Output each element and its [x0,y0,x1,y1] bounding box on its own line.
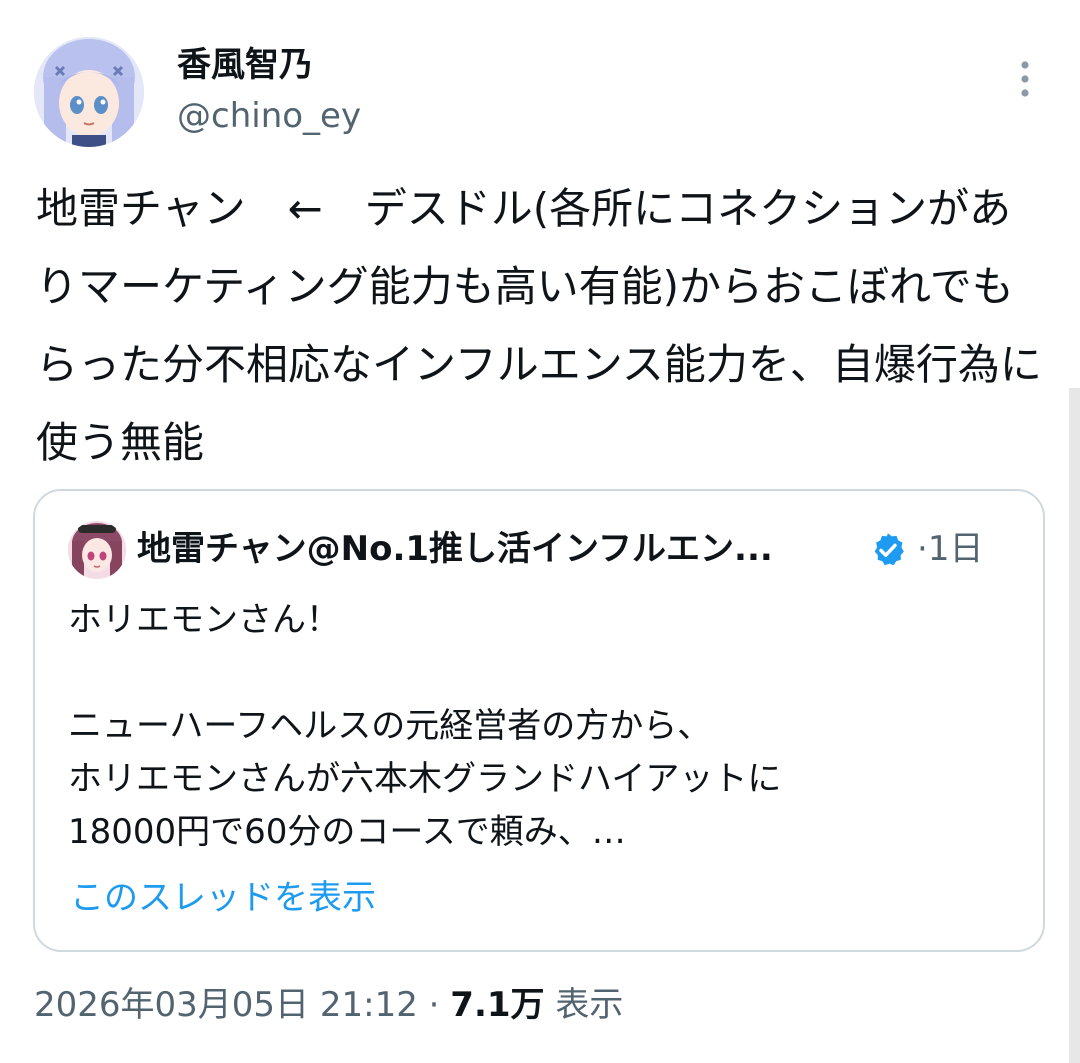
quoted-author-name: 地雷チャン@No.1推し活インフルエン... [137,529,773,569]
scrollbar[interactable] [1069,388,1080,1063]
tweet-text: 地雷チャン ← デスドル(各所にコネクションがありマーケティング能力も高い有能)… [36,184,1042,467]
author-handle[interactable]: @chino_ey [177,94,361,138]
views-label: 表示 [555,985,624,1025]
more-vertical-icon[interactable] [1008,58,1042,100]
tweet-meta: 2026年03月05日 21:12 · 7.1万 表示 [34,980,623,1030]
verified-badge-icon [869,531,907,569]
quoted-author-avatar [68,521,126,579]
meta-separator: · [428,985,440,1025]
tweet-timestamp[interactable]: 2026年03月05日 21:12 [34,985,418,1025]
author-display-name[interactable]: 香風智乃 [177,42,313,88]
views-count[interactable]: 7.1万 [450,985,544,1025]
quoted-tweet-text: ホリエモンさん！ ニューハーフヘルスの元経営者の方から、 ホリエモンさんが六本木… [68,600,782,852]
quoted-timestamp: ·1日 [917,529,984,569]
show-thread-link[interactable]: このスレッドを表示 [70,873,376,923]
quoted-tweet-card[interactable]: 地雷チャン@No.1推し活インフルエン... ·1日 ホリエモンさん！ ニューハ… [33,489,1045,952]
author-avatar[interactable] [34,37,144,147]
